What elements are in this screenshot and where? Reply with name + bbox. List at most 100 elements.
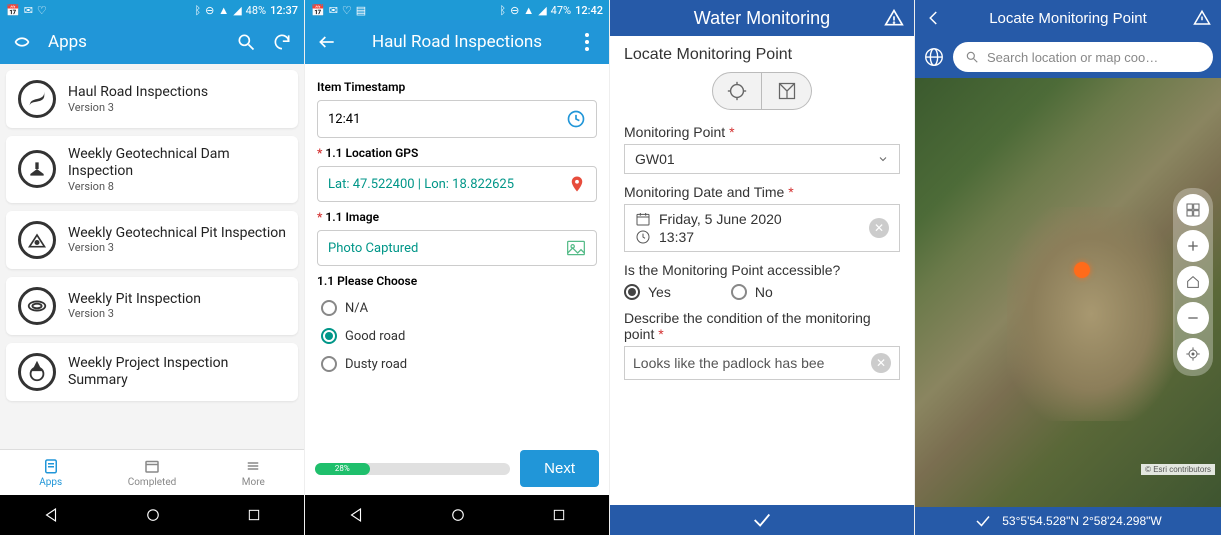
- app-version: Version 8: [68, 180, 286, 193]
- home-icon[interactable]: [449, 506, 467, 524]
- app-card[interactable]: Haul Road Inspections Version 3: [6, 70, 298, 128]
- home-extent-icon[interactable]: [1177, 266, 1209, 298]
- screen-form: 📅 ✉ ♡ ▤ ᛒ ⊖ ▲ ◢ 47% 12:42 Haul Road Insp…: [305, 0, 610, 535]
- more-vert-icon[interactable]: [577, 32, 597, 52]
- locate-gps-button[interactable]: [712, 72, 762, 110]
- app-card[interactable]: Weekly Geotechnical Pit Inspection Versi…: [6, 211, 298, 269]
- appbar-title: Apps: [48, 32, 220, 52]
- app-logo-icon: [12, 32, 32, 52]
- back-icon[interactable]: [42, 506, 60, 524]
- app-title: Weekly Pit Inspection: [68, 291, 201, 308]
- android-nav: [0, 495, 304, 535]
- app-version: Version 3: [68, 241, 286, 254]
- form-title: Haul Road Inspections: [353, 32, 561, 52]
- search-icon[interactable]: [236, 32, 256, 52]
- map-canvas[interactable]: © Esri contributors: [915, 78, 1221, 507]
- check-icon[interactable]: [974, 512, 992, 530]
- home-icon[interactable]: [144, 506, 162, 524]
- datetime-field[interactable]: Friday, 5 June 2020 13:37 ✕: [624, 204, 900, 252]
- menu-icon: [244, 457, 262, 475]
- back-arrow-icon[interactable]: [925, 9, 943, 27]
- archive-icon: [143, 457, 161, 475]
- tab-apps[interactable]: Apps: [0, 450, 101, 495]
- app-title: Weekly Geotechnical Dam Inspection: [68, 146, 286, 180]
- status-bar: 📅 ✉ ♡ ▤ ᛒ ⊖ ▲ ◢ 47% 12:42: [305, 0, 609, 20]
- footer-bar: 53°5'54.528"N 2°58'24.298"W: [915, 507, 1221, 535]
- dnd-icon: ⊖: [510, 5, 519, 16]
- dam-icon: [18, 150, 56, 188]
- dnd-icon: ⊖: [205, 5, 214, 16]
- back-arrow-icon[interactable]: [317, 32, 337, 52]
- map-attribution: © Esri contributors: [1141, 464, 1215, 475]
- clipboard-icon: [42, 457, 60, 475]
- status-clock: 12:37: [270, 5, 298, 16]
- describe-field[interactable]: Looks like the padlock has bee ✕: [624, 346, 900, 380]
- select-monitoring-point[interactable]: GW01: [624, 144, 900, 174]
- option-label: Dusty road: [345, 357, 407, 372]
- search-input[interactable]: Search location or map coo…: [953, 42, 1213, 72]
- locator-segment: [624, 72, 900, 110]
- clock-icon: [566, 109, 586, 129]
- zoom-out-icon[interactable]: [1177, 302, 1209, 334]
- gps-value: Lat: 47.522400 | Lon: 18.822625: [328, 177, 514, 192]
- app-bar: Locate Monitoring Point: [915, 0, 1221, 36]
- calendar-icon: [635, 211, 651, 227]
- map-pin-icon[interactable]: [1074, 262, 1090, 278]
- field-timestamp[interactable]: 12:41: [317, 100, 597, 138]
- status-clock: 12:42: [575, 5, 603, 16]
- app-card[interactable]: Weekly Project Inspection Summary: [6, 343, 298, 401]
- search-placeholder: Search location or map coo…: [987, 50, 1158, 65]
- warning-icon[interactable]: [884, 8, 904, 28]
- zoom-in-icon[interactable]: [1177, 230, 1209, 262]
- check-icon[interactable]: [751, 509, 773, 531]
- radio-icon: [321, 328, 337, 344]
- app-version: Version 3: [68, 101, 208, 114]
- coords-text: 53°5'54.528"N 2°58'24.298"W: [1002, 514, 1161, 528]
- option-good[interactable]: Good road: [317, 322, 597, 350]
- image-value: Photo Captured: [328, 241, 418, 256]
- option-no[interactable]: No: [731, 284, 773, 300]
- field-gps[interactable]: Lat: 47.522400 | Lon: 18.822625: [317, 166, 597, 202]
- refresh-icon[interactable]: [272, 32, 292, 52]
- search-row: Search location or map coo…: [915, 36, 1221, 78]
- warning-icon[interactable]: [1193, 9, 1211, 27]
- recent-icon[interactable]: [551, 507, 567, 523]
- tab-completed[interactable]: Completed: [101, 450, 202, 495]
- back-icon[interactable]: [347, 506, 365, 524]
- option-dusty[interactable]: Dusty road: [317, 350, 597, 378]
- globe-icon[interactable]: [923, 46, 945, 68]
- next-button[interactable]: Next: [520, 450, 599, 487]
- option-yes[interactable]: Yes: [624, 284, 671, 300]
- clear-icon[interactable]: ✕: [871, 353, 891, 373]
- tab-more[interactable]: More: [203, 450, 304, 495]
- recent-icon[interactable]: [246, 507, 262, 523]
- app-bar: Apps: [0, 20, 304, 64]
- locate-map-button[interactable]: [762, 72, 812, 110]
- search-icon: [965, 50, 979, 64]
- chevron-down-icon: [877, 153, 889, 165]
- timestamp-value: 12:41: [328, 112, 360, 127]
- appbar-title: Locate Monitoring Point: [953, 10, 1183, 27]
- locate-me-icon[interactable]: [1177, 338, 1209, 370]
- status-bar: 📅 ✉ ♡ ᛒ ⊖ ▲ ◢ 48% 12:37: [0, 0, 304, 20]
- bluetooth-icon: ᛒ: [499, 5, 506, 16]
- app-version: Version 3: [68, 307, 201, 320]
- appbar-title: Water Monitoring: [694, 8, 830, 29]
- basemap-icon[interactable]: [1177, 194, 1209, 226]
- calendar-icon: 📅: [311, 4, 325, 17]
- label-describe: Describe the condition of the monitoring…: [624, 310, 900, 342]
- radio-icon: [321, 356, 337, 372]
- app-card[interactable]: Weekly Pit Inspection Version 3: [6, 277, 298, 335]
- app-card[interactable]: Weekly Geotechnical Dam Inspection Versi…: [6, 136, 298, 203]
- clear-icon[interactable]: ✕: [869, 218, 889, 238]
- option-label: N/A: [345, 301, 368, 316]
- picture-icon: [566, 239, 586, 257]
- label-image: * 1.1 Image: [317, 210, 597, 224]
- progress-bar: 28%: [315, 463, 510, 475]
- label-timestamp: Item Timestamp: [317, 80, 597, 94]
- option-na[interactable]: N/A: [317, 294, 597, 322]
- field-image[interactable]: Photo Captured: [317, 230, 597, 266]
- form-body: Locate Monitoring Point Monitoring Point…: [610, 36, 914, 505]
- yes-no-row: Yes No: [624, 284, 900, 300]
- mail-icon: ✉: [24, 4, 33, 17]
